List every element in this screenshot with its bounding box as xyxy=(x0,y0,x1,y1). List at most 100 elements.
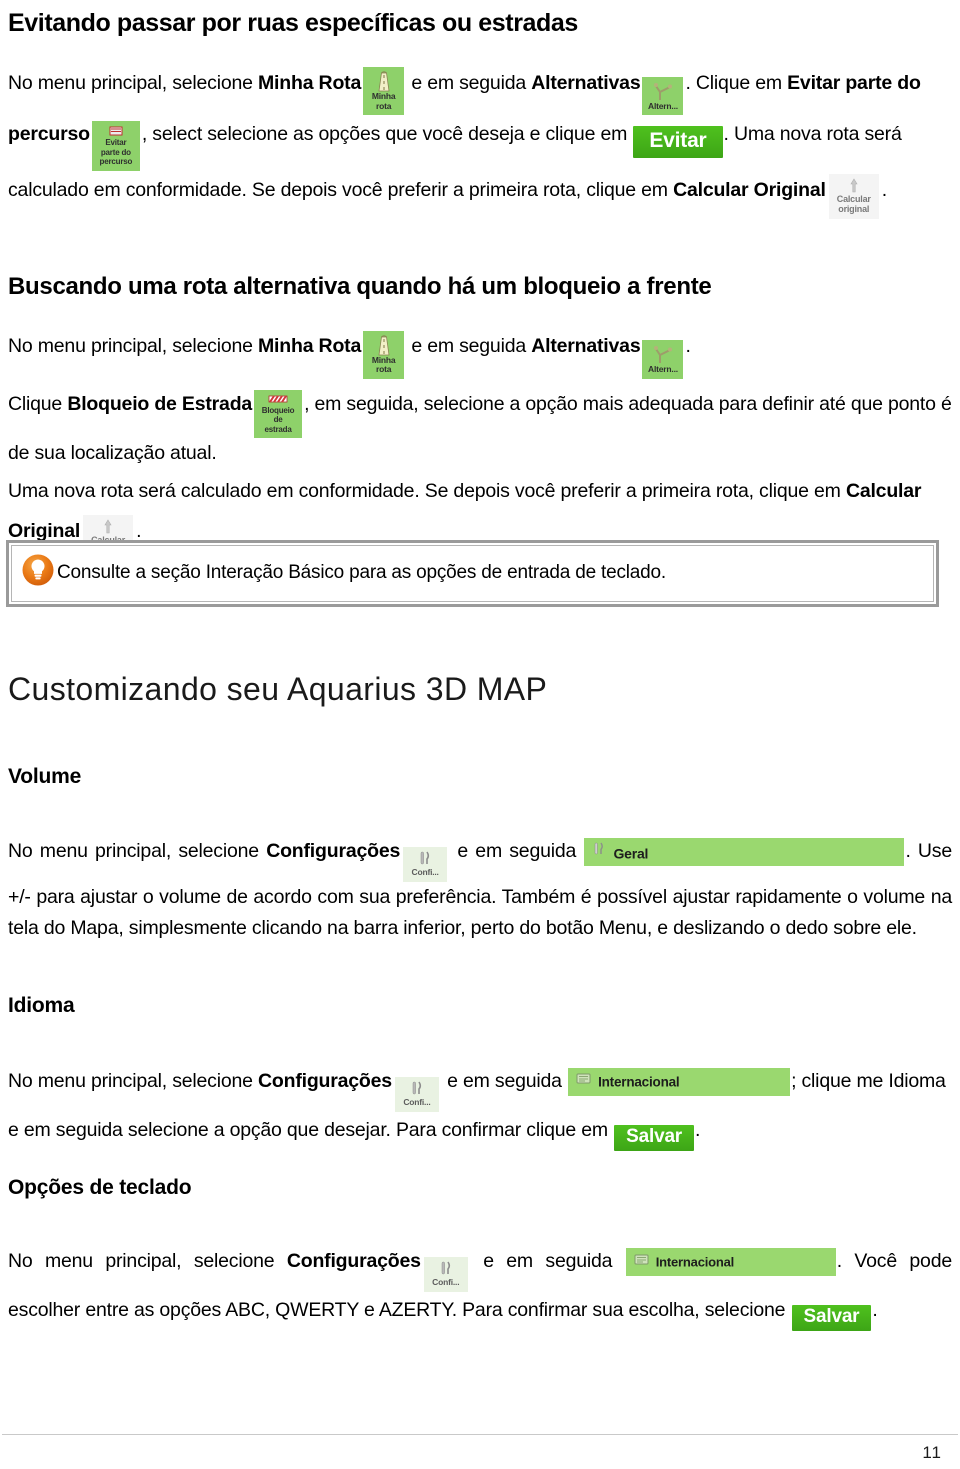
configuracoes-label: Configurações xyxy=(258,1070,392,1092)
section2-heading: Buscando uma rota alternativa quando há … xyxy=(8,273,712,300)
text-run: . Clique em xyxy=(685,71,788,94)
teclado-paragraph-wrap: No menu principal, selecione Configuraçõ… xyxy=(8,1243,952,1331)
text-run: . xyxy=(881,178,887,201)
configuracoes-label: Configurações xyxy=(286,1250,421,1272)
minha-rota-icon[interactable]: Minha rota xyxy=(363,330,405,379)
road-glyph xyxy=(363,333,404,356)
section2-paragraph-1: No menu principal, selecione Minha Rota M… xyxy=(8,326,952,379)
configuracoes-label: Configurações xyxy=(266,840,401,862)
bloqueio-caption-3: estrada xyxy=(264,424,292,434)
teclado-paragraph: No menu principal, selecione Configuraçõ… xyxy=(8,1243,952,1331)
calcular-original-label: Calcular Original xyxy=(673,178,826,201)
text-run: No menu principal, selecione xyxy=(8,71,259,94)
text-run: . xyxy=(872,1299,878,1321)
section2-paragraph-2: Clique Bloqueio de Estrada Bloqueio de estr… xyxy=(8,389,952,470)
lightbulb-icon xyxy=(21,553,55,592)
geral-menu-bar[interactable]: Geral xyxy=(584,838,905,866)
section1-paragraph: No menu principal, selecione Minha Rota M… xyxy=(8,64,952,219)
text-run: Uma nova rota será calculado em conformi… xyxy=(8,480,846,503)
alternativas-icon[interactable]: Altern... xyxy=(642,76,684,115)
up-arrow-glyph xyxy=(829,176,879,194)
text-run: No menu principal, selecione xyxy=(8,335,259,358)
text-run: . xyxy=(695,1119,701,1141)
bloqueio-de-estrada-label: Bloqueio de Estrada xyxy=(67,392,253,415)
subsection-volume: Volume xyxy=(8,765,952,788)
configuracoes-caption: Confi... xyxy=(411,867,439,877)
text-run: No menu principal, selecione xyxy=(8,1250,287,1272)
calcular-original-icon[interactable]: Calcularoriginal xyxy=(828,173,879,219)
idioma-paragraph-wrap: No menu principal, selecione Configuraçõ… xyxy=(8,1063,952,1151)
text-run: . xyxy=(685,335,691,358)
tip-box: Consulte a seção Interação Básico para a… xyxy=(6,540,939,607)
text-run: Clique xyxy=(8,392,68,415)
text-run: No menu principal, selecione xyxy=(8,1070,259,1092)
section-evitando-ruas: Evitando passar por ruas específicas ou … xyxy=(8,9,952,219)
minha-rota-label: Minha Rota xyxy=(258,71,362,94)
salvar-button[interactable]: Salvar xyxy=(791,1305,872,1331)
configuracoes-icon[interactable]: Confi... xyxy=(394,1077,439,1112)
internacional-label: Internacional xyxy=(598,1074,680,1090)
section1-heading: Evitando passar por ruas específicas ou … xyxy=(8,9,578,37)
configuracoes-caption: Confi... xyxy=(432,1277,460,1287)
text-run: , select selecione as opções que você de… xyxy=(141,123,633,145)
alternativas-caption: Altern... xyxy=(648,100,678,111)
salvar-button[interactable]: Salvar xyxy=(614,1125,695,1151)
alternativas-icon[interactable]: Altern... xyxy=(642,340,684,379)
minha-rota-label: Minha Rota xyxy=(258,335,362,358)
section-rota-alternativa: Buscando uma rota alternativa quando há … xyxy=(8,273,952,561)
text-run: e em seguida xyxy=(406,335,532,358)
internacional-menu-bar[interactable]: Internacional xyxy=(625,1248,836,1276)
minha-rota-caption-2: rota xyxy=(375,100,392,111)
bloqueio-caption-2: de xyxy=(273,415,283,425)
idioma-paragraph: No menu principal, selecione Configuraçõ… xyxy=(8,1063,952,1151)
avoid-route-glyph xyxy=(92,124,140,138)
calcular-original-caption-1: Calcular xyxy=(836,193,871,204)
settings-glyph xyxy=(403,850,447,867)
bloqueio-de-estrada-icon[interactable]: Bloqueio de estrada xyxy=(254,389,303,439)
geral-label: Geral xyxy=(613,845,649,862)
tip-box-inner: Consulte a seção Interação Básico para a… xyxy=(11,545,934,602)
text-run: No menu principal, selecione xyxy=(8,840,267,862)
text-run: e em seguida xyxy=(470,1250,625,1272)
document-page: Evitando passar por ruas específicas ou … xyxy=(0,0,960,1469)
alternativas-caption: Altern... xyxy=(648,364,678,375)
settings-glyph xyxy=(395,1080,439,1097)
tip-text: Consulte a seção Interação Básico para a… xyxy=(57,561,666,583)
bloqueio-caption-1: Bloqueio xyxy=(261,405,295,415)
teclado-heading: Opções de teclado xyxy=(8,1176,192,1199)
fork-road-glyph xyxy=(642,343,683,366)
configuracoes-icon[interactable]: Confi... xyxy=(403,847,448,882)
internacional-menu-bar[interactable]: Internacional xyxy=(568,1068,791,1096)
flag-icon xyxy=(634,1249,649,1276)
volume-paragraph-wrap: No menu principal, selecione Configuraçõ… xyxy=(8,836,952,944)
up-arrow-glyph xyxy=(83,518,133,536)
alternativas-label: Alternativas xyxy=(531,71,641,94)
text-run: e em seguida xyxy=(406,71,532,94)
fork-road-glyph xyxy=(642,79,683,102)
alternativas-label: Alternativas xyxy=(531,335,641,358)
evitar-parte-caption-1: Evitar xyxy=(105,138,127,147)
evitar-parte-caption-3: percurso xyxy=(99,157,133,166)
configuracoes-caption: Confi... xyxy=(403,1097,431,1107)
flag-icon xyxy=(576,1068,591,1096)
settings-small-glyph xyxy=(592,839,606,866)
configuracoes-icon[interactable]: Confi... xyxy=(423,1257,468,1292)
minha-rota-caption-2: rota xyxy=(375,364,392,375)
evitar-button[interactable]: Evitar xyxy=(633,126,723,159)
internacional-label: Internacional xyxy=(655,1254,735,1270)
page-number: 11 xyxy=(922,1443,942,1462)
calcular-original-caption-2: original xyxy=(838,203,870,214)
evitar-parte-caption-2: parte do xyxy=(100,147,131,157)
evitar-parte-do-percurso-icon[interactable]: Evitar parte do percurso xyxy=(91,121,140,171)
section3-heading: Customizando seu Aquarius 3D MAP xyxy=(8,671,548,707)
subsection-teclado: Opções de teclado xyxy=(8,1176,952,1199)
text-run: e em seguida xyxy=(441,1070,568,1092)
footer-divider xyxy=(2,1434,958,1435)
volume-paragraph: No menu principal, selecione Configuraçõ… xyxy=(8,836,952,944)
minha-rota-icon[interactable]: Minha rota xyxy=(363,67,405,115)
volume-heading: Volume xyxy=(8,765,82,788)
road-glyph xyxy=(363,70,404,92)
text-run: e em seguida xyxy=(450,840,584,862)
section-customizando: Customizando seu Aquarius 3D MAP xyxy=(8,671,952,707)
settings-glyph xyxy=(424,1260,468,1277)
